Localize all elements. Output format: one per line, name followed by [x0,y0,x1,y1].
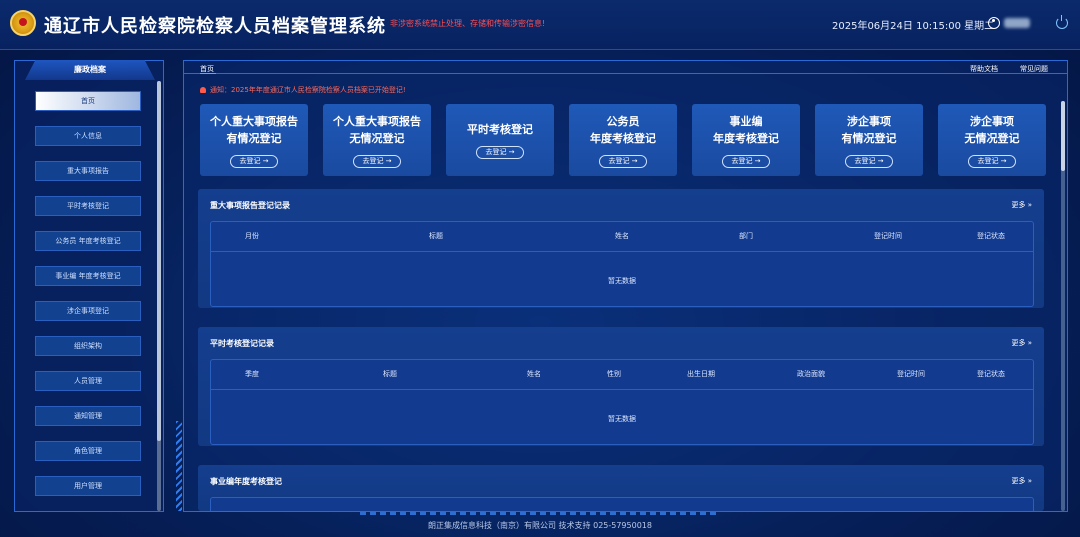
records-table [210,497,1034,511]
column-header: 政治面貌 [797,370,825,378]
sidebar-item-staff-management[interactable]: 人员管理 [35,371,141,391]
top-header: 通辽市人民检察院检察人员档案管理系统 非涉密系统禁止处理、存储和传输涉密信息! … [0,0,1080,50]
sidebar-item-home[interactable]: 首页 [35,91,141,111]
go-register-button[interactable]: 去登记 → [845,155,893,168]
card-enterprise-without[interactable]: 涉企事项 无情况登记 去登记 → [938,104,1046,176]
go-register-button[interactable]: 去登记 → [722,155,770,168]
column-header: 姓名 [615,232,629,240]
column-header: 姓名 [527,370,541,378]
card-title-line1: 平时考核登记 [467,123,533,136]
section-title: 平时考核登记记录 [210,339,274,348]
more-link[interactable]: 更多 » [1011,338,1032,348]
column-header: 标题 [383,370,397,378]
card-civil-servant-annual[interactable]: 公务员 年度考核登记 去登记 → [569,104,677,176]
power-icon[interactable] [1056,15,1068,29]
header-datetime: 2025年06月24日 10:15:00 星期二 [832,21,995,32]
card-title-line2: 无情况登记 [349,132,405,145]
records-table: 月份 标题 姓名 部门 登记时间 登记状态 暂无数据 [210,221,1034,307]
main-scroll-thumb[interactable] [1061,101,1065,171]
section-regular-assessment-records: 平时考核登记记录 更多 » 季度 标题 姓名 性别 出生日期 政治面貌 登记时间… [198,327,1044,446]
main-panel: 首页 帮助文档 常见问题 通知：2025年年度通辽市人民检察院检察人员档案已开始… [176,60,1068,512]
card-enterprise-with[interactable]: 涉企事项 有情况登记 去登记 → [815,104,923,176]
card-title-line2: 有情况登记 [841,132,897,145]
card-major-matters-with[interactable]: 个人重大事项报告 有情况登记 去登记 → [200,104,308,176]
table-header: 月份 标题 姓名 部门 登记时间 登记状态 [211,222,1033,252]
bell-icon [200,87,206,93]
sidebar-item-notice-management[interactable]: 通知管理 [35,406,141,426]
card-title-line1: 事业编 [729,115,763,128]
sidebar-item-personal-info[interactable]: 个人信息 [35,126,141,146]
records-table: 季度 标题 姓名 性别 出生日期 政治面貌 登记时间 登记状态 暂无数据 [210,359,1034,445]
card-regular-assessment[interactable]: 平时考核登记 去登记 → [446,104,554,176]
table-header: 季度 标题 姓名 性别 出生日期 政治面貌 登记时间 登记状态 [211,360,1033,390]
card-title-line1: 涉企事项 [847,115,891,128]
user-icon[interactable] [988,17,1000,29]
card-title-line1: 涉企事项 [970,115,1014,128]
card-title-line2: 无情况登记 [964,132,1020,145]
app-title: 通辽市人民检察院检察人员档案管理系统 [44,16,386,37]
notice-banner[interactable]: 通知：2025年年度通辽市人民检察院检察人员档案已开始登记! [200,85,406,95]
notice-text: 通知：2025年年度通辽市人民检察院检察人员档案已开始登记! [210,86,406,94]
sidebar-item-user-management[interactable]: 用户管理 [35,476,141,496]
column-header: 季度 [245,370,259,378]
faq-link[interactable]: 常见问题 [1020,64,1048,74]
column-header: 登记时间 [897,370,925,378]
sidebar-item-regular-assessment[interactable]: 平时考核登记 [35,196,141,216]
sidebar-item-enterprise-matters[interactable]: 涉企事项登记 [35,301,141,321]
go-register-button[interactable]: 去登记 → [476,146,524,159]
procuratorate-emblem-icon [10,10,36,36]
column-header: 标题 [429,232,443,240]
tab-bar: 首页 帮助文档 常见问题 [184,61,1067,74]
column-header: 部门 [739,232,753,240]
help-docs-link[interactable]: 帮助文档 [970,64,998,74]
section-title: 重大事项报告登记记录 [210,201,290,210]
card-institution-annual[interactable]: 事业编 年度考核登记 去登记 → [692,104,800,176]
column-header: 登记状态 [977,370,1005,378]
column-header: 登记状态 [977,232,1005,240]
card-title-line1: 个人重大事项报告 [333,115,421,128]
sidebar-item-major-matters[interactable]: 重大事项报告 [35,161,141,181]
decorative-glow [360,512,720,515]
sidebar-scroll-thumb[interactable] [157,81,161,441]
security-warning: 非涉密系统禁止处理、存储和传输涉密信息! [390,19,546,28]
go-register-button[interactable]: 去登记 → [353,155,401,168]
card-major-matters-without[interactable]: 个人重大事项报告 无情况登记 去登记 → [323,104,431,176]
more-link[interactable]: 更多 » [1011,200,1032,210]
footer-credit: 朗正集成信息科技（南京）有限公司 技术支持 025-57950018 [428,521,652,530]
column-header: 出生日期 [687,370,715,378]
card-title-line2: 年度考核登记 [590,132,656,145]
go-register-button[interactable]: 去登记 → [968,155,1016,168]
sidebar-item-org-structure[interactable]: 组织架构 [35,336,141,356]
sidebar-item-role-management[interactable]: 角色管理 [35,441,141,461]
card-title-line1: 公务员 [606,115,640,128]
sidebar: 廉政档案 首页 个人信息 重大事项报告 平时考核登记 公务员 年度考核登记 事业… [14,60,164,512]
go-register-button[interactable]: 去登记 → [599,155,647,168]
sidebar-item-civil-servant-annual[interactable]: 公务员 年度考核登记 [35,231,141,251]
empty-state: 暂无数据 [608,277,636,285]
section-institution-annual: 事业编年度考核登记 更多 » [198,465,1044,511]
tab-home[interactable]: 首页 [200,64,216,74]
more-link[interactable]: 更多 » [1011,476,1032,486]
section-title: 事业编年度考核登记 [210,477,282,486]
go-register-button[interactable]: 去登记 → [230,155,278,168]
empty-state: 暂无数据 [608,415,636,423]
card-title-line1: 个人重大事项报告 [210,115,298,128]
column-header: 登记时间 [874,232,902,240]
card-title-line2: 年度考核登记 [713,132,779,145]
column-header: 月份 [245,232,259,240]
user-name-redacted[interactable] [1004,18,1030,28]
section-major-matters-records: 重大事项报告登记记录 更多 » 月份 标题 姓名 部门 登记时间 登记状态 暂无… [198,189,1044,308]
registration-cards: 个人重大事项报告 有情况登记 去登记 → 个人重大事项报告 无情况登记 去登记 … [200,104,1050,176]
card-title-line2: 有情况登记 [226,132,282,145]
column-header: 性别 [607,370,621,378]
sidebar-item-institution-annual[interactable]: 事业编 年度考核登记 [35,266,141,286]
sidebar-heading: 廉政档案 [25,60,155,80]
